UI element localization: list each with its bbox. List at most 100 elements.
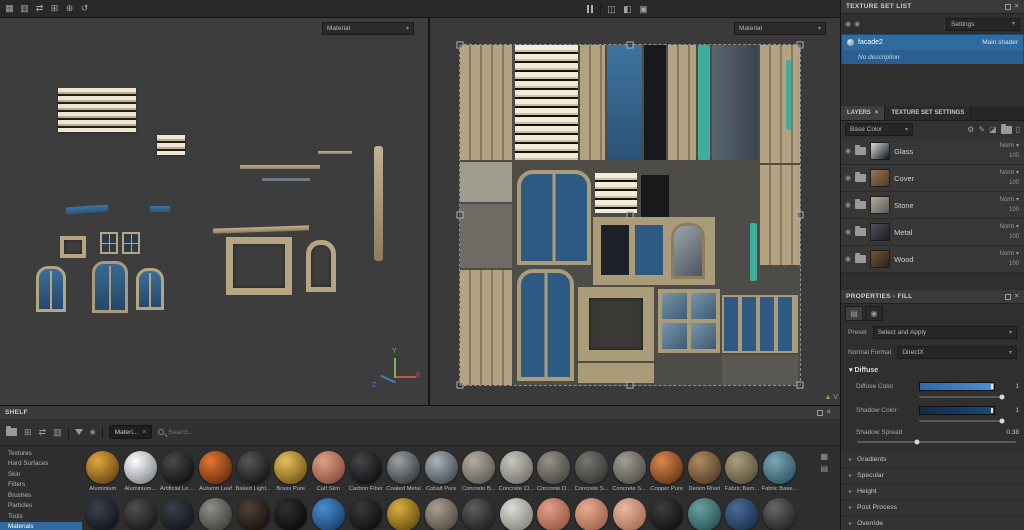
shelf-category[interactable]: Hard Surfaces xyxy=(0,459,82,470)
material-item[interactable] xyxy=(385,498,423,530)
material-sphere[interactable] xyxy=(274,451,308,484)
close-tab-icon[interactable]: × xyxy=(875,110,879,116)
material-item[interactable]: Concrete S... xyxy=(610,451,648,492)
material-item[interactable]: Calf Skin xyxy=(310,451,348,492)
material-item[interactable] xyxy=(648,498,686,530)
material-sphere[interactable] xyxy=(311,498,345,530)
display-settings-icon[interactable]: ◫ xyxy=(605,3,618,16)
render-mode-icon[interactable]: ◧ xyxy=(621,3,634,16)
undock-icon[interactable] xyxy=(1004,3,1011,10)
material-item[interactable] xyxy=(686,498,724,530)
tab-texture-set-settings[interactable]: TEXTURE SET SETTINGS xyxy=(885,106,972,120)
layer-blend-mode[interactable]: Norm xyxy=(1000,197,1015,203)
layer-visibility-icon[interactable]: ◉ xyxy=(845,201,851,209)
material-item[interactable] xyxy=(498,498,536,530)
material-sphere[interactable] xyxy=(499,498,533,530)
shadow-alpha-slider[interactable] xyxy=(919,418,1005,424)
layer-meta[interactable]: Norm ▾ 100 xyxy=(1000,141,1019,161)
material-sphere[interactable] xyxy=(236,451,270,484)
new-resource-icon[interactable]: ⊞ xyxy=(24,427,32,438)
material-sphere[interactable] xyxy=(762,451,796,484)
material-sphere[interactable] xyxy=(199,498,233,530)
layer-blend-mode[interactable]: Norm xyxy=(1000,143,1015,149)
material-sphere[interactable] xyxy=(575,451,609,484)
shelf-folder-icon[interactable] xyxy=(6,426,17,436)
material-item[interactable]: Brass Pure xyxy=(272,451,310,492)
material-sphere[interactable] xyxy=(725,498,759,530)
material-sphere[interactable] xyxy=(424,451,458,484)
material-item[interactable] xyxy=(573,498,611,530)
material-item[interactable]: Autumn Leaf xyxy=(197,451,235,492)
fill-layer-icon[interactable]: ◪ xyxy=(989,125,997,134)
history-icon[interactable]: ↺ xyxy=(78,2,91,15)
material-item[interactable]: Cobalt Pure xyxy=(422,451,460,492)
close-icon[interactable]: × xyxy=(827,409,831,416)
material-item[interactable] xyxy=(761,498,799,530)
transform-handle[interactable] xyxy=(456,211,464,219)
viewport3d-shading-dropdown[interactable]: Material ▾ xyxy=(322,22,414,35)
collapsed-section[interactable]: ▸ Post Process xyxy=(841,500,1024,516)
layer-opacity[interactable]: 100 xyxy=(1009,207,1019,213)
material-item[interactable]: Baked Light... xyxy=(234,451,272,492)
layer-row[interactable]: ◉ Glass Norm ▾ 100 xyxy=(841,138,1024,165)
remove-filter-icon[interactable]: × xyxy=(142,429,146,436)
material-sphere[interactable] xyxy=(236,498,270,530)
shelf-category[interactable]: Brushes xyxy=(0,490,82,501)
material-item[interactable] xyxy=(197,498,235,530)
material-item[interactable]: Concrete S... xyxy=(573,451,611,492)
material-sphere[interactable] xyxy=(687,498,721,530)
material-item[interactable] xyxy=(422,498,460,530)
import-resources-icon[interactable]: ⇄ xyxy=(39,427,47,438)
material-sphere[interactable] xyxy=(86,451,120,484)
close-icon[interactable]: × xyxy=(1015,293,1019,300)
uv-texture-atlas[interactable] xyxy=(456,41,804,389)
transform-handle[interactable] xyxy=(626,41,634,49)
material-sphere[interactable] xyxy=(123,451,157,484)
material-item[interactable] xyxy=(159,498,197,530)
material-sphere[interactable] xyxy=(499,451,533,484)
material-sphere[interactable] xyxy=(725,451,759,484)
shelf-category[interactable]: Filters xyxy=(0,480,82,491)
layer-opacity[interactable]: 100 xyxy=(1009,234,1019,240)
material-sphere[interactable] xyxy=(462,498,496,530)
layer-blend-mode[interactable]: Norm xyxy=(1000,224,1015,230)
material-sphere[interactable] xyxy=(311,451,345,484)
material-item[interactable]: Concrete D... xyxy=(535,451,573,492)
texture-set-item[interactable]: facade2 Main shader No description xyxy=(841,34,1024,64)
collapsed-section[interactable]: ▸ Gradients xyxy=(841,452,1024,468)
material-sphere[interactable] xyxy=(387,498,421,530)
material-sphere[interactable] xyxy=(612,498,646,530)
transform-handle[interactable] xyxy=(796,211,804,219)
add-view-icon[interactable]: ⊕ xyxy=(63,2,76,15)
transform-handle[interactable] xyxy=(626,381,634,389)
material-item[interactable] xyxy=(535,498,573,530)
filter-tag[interactable]: Materi... × xyxy=(108,425,153,439)
material-sphere[interactable] xyxy=(650,498,684,530)
search-input[interactable] xyxy=(168,428,369,436)
close-icon[interactable]: × xyxy=(1015,3,1019,10)
layer-visibility-icon[interactable]: ◉ xyxy=(845,255,851,263)
layer-visibility-icon[interactable]: ◉ xyxy=(845,174,851,182)
shelf-category[interactable]: Particles xyxy=(0,501,82,512)
layer-visibility-icon[interactable]: ◉ xyxy=(845,147,851,155)
material-properties-tab-icon[interactable]: ◉ xyxy=(865,306,883,321)
delete-layer-icon[interactable]: ▯ xyxy=(1016,125,1020,134)
layer-meta[interactable]: Norm ▾ 100 xyxy=(1000,222,1019,242)
transform-handle[interactable] xyxy=(456,381,464,389)
uv-grid-icon[interactable]: ▦ xyxy=(3,2,16,15)
material-item[interactable]: Coated Metal xyxy=(385,451,423,492)
material-sphere[interactable] xyxy=(575,498,609,530)
material-item[interactable]: Carbon Fiber xyxy=(347,451,385,492)
layer-row[interactable]: ◉ Cover Norm ▾ 100 xyxy=(841,165,1024,192)
undock-icon[interactable] xyxy=(816,409,823,416)
layout-grid-icon[interactable]: ▥ xyxy=(18,2,31,15)
material-item[interactable]: Artificial Lea... xyxy=(159,451,197,492)
channel-dropdown[interactable]: Base Color ▾ xyxy=(845,123,913,136)
diffuse-section-header[interactable]: ▾ Diffuse xyxy=(849,366,878,374)
material-sphere[interactable] xyxy=(387,451,421,484)
material-item[interactable]: Concrete B... xyxy=(460,451,498,492)
layer-meta[interactable]: Norm ▾ 100 xyxy=(1000,195,1019,215)
viewport-3d[interactable]: Material ▾ Y X Z xyxy=(0,18,428,405)
collapsed-section[interactable]: ▸ Height xyxy=(841,484,1024,500)
layer-visibility-icon[interactable]: ◉ xyxy=(845,228,851,236)
